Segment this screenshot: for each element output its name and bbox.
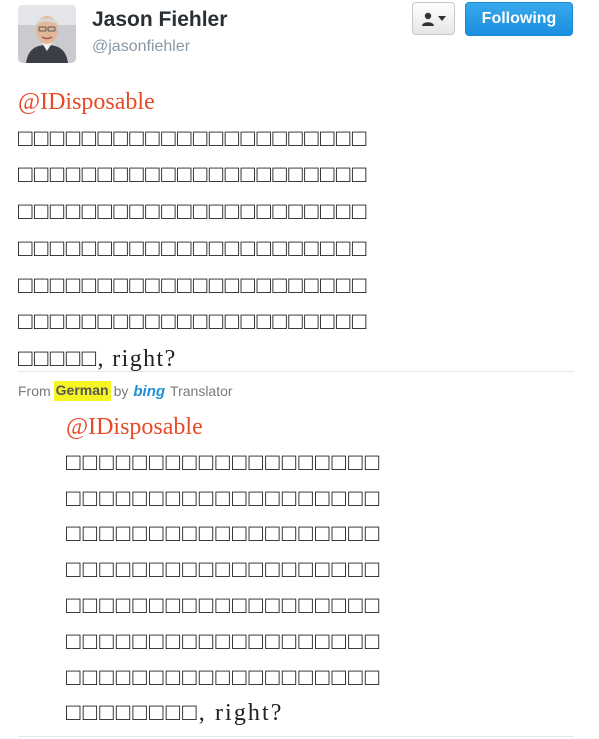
- user-display-name[interactable]: Jason Fiehler: [92, 8, 227, 32]
- avatar-image: [18, 5, 76, 63]
- person-icon: [422, 12, 434, 26]
- translated-line: □□□□□□□□□□□□□□□□□□□: [66, 592, 382, 619]
- source-language: German: [53, 381, 111, 401]
- translated-line: □□□□□□□□□□□□□□□□□□□: [66, 485, 382, 512]
- translation-credit: From German by bing Translator: [18, 381, 233, 401]
- bing-logo[interactable]: bing: [133, 383, 165, 400]
- tweet-card: Jason Fiehler @jasonfiehler Following @I…: [0, 0, 599, 739]
- tweet-line: □□□□□□□□□□□□□□□□□□□□□□: [18, 125, 368, 152]
- user-actions-dropdown[interactable]: [412, 2, 455, 35]
- mention-link[interactable]: @IDisposable: [66, 410, 546, 446]
- following-button[interactable]: Following: [465, 2, 573, 36]
- divider: [18, 371, 574, 372]
- translated-line: □□□□□□□□, right?: [66, 700, 284, 727]
- from-label: From: [18, 383, 51, 399]
- translated-line: □□□□□□□□□□□□□□□□□□□: [66, 449, 382, 476]
- chevron-down-icon: [438, 16, 446, 21]
- avatar[interactable]: [18, 5, 76, 63]
- mention-link[interactable]: @IDisposable: [18, 84, 578, 121]
- translated-text: @IDisposable □□□□□□□□□□□□□□□□□□□ □□□□□□□…: [66, 410, 546, 732]
- tweet-line: □□□□□, right?: [18, 345, 177, 372]
- tweet-line: □□□□□□□□□□□□□□□□□□□□□□: [18, 309, 368, 336]
- divider: [18, 736, 574, 737]
- translated-line: □□□□□□□□□□□□□□□□□□□: [66, 521, 382, 548]
- tweet-line: □□□□□□□□□□□□□□□□□□□□□□: [18, 162, 368, 189]
- translator-label: Translator: [170, 383, 233, 399]
- tweet-line: □□□□□□□□□□□□□□□□□□□□□□: [18, 235, 368, 262]
- translated-line: □□□□□□□□□□□□□□□□□□□: [66, 557, 382, 584]
- tweet-text: @IDisposable □□□□□□□□□□□□□□□□□□□□□□ □□□□…: [18, 84, 578, 378]
- by-label: by: [113, 383, 129, 399]
- tweet-line: □□□□□□□□□□□□□□□□□□□□□□: [18, 199, 368, 226]
- translated-line: □□□□□□□□□□□□□□□□□□□: [66, 628, 382, 655]
- user-handle[interactable]: @jasonfiehler: [92, 38, 190, 56]
- translated-line: □□□□□□□□□□□□□□□□□□□: [66, 664, 382, 691]
- tweet-line: □□□□□□□□□□□□□□□□□□□□□□: [18, 272, 368, 299]
